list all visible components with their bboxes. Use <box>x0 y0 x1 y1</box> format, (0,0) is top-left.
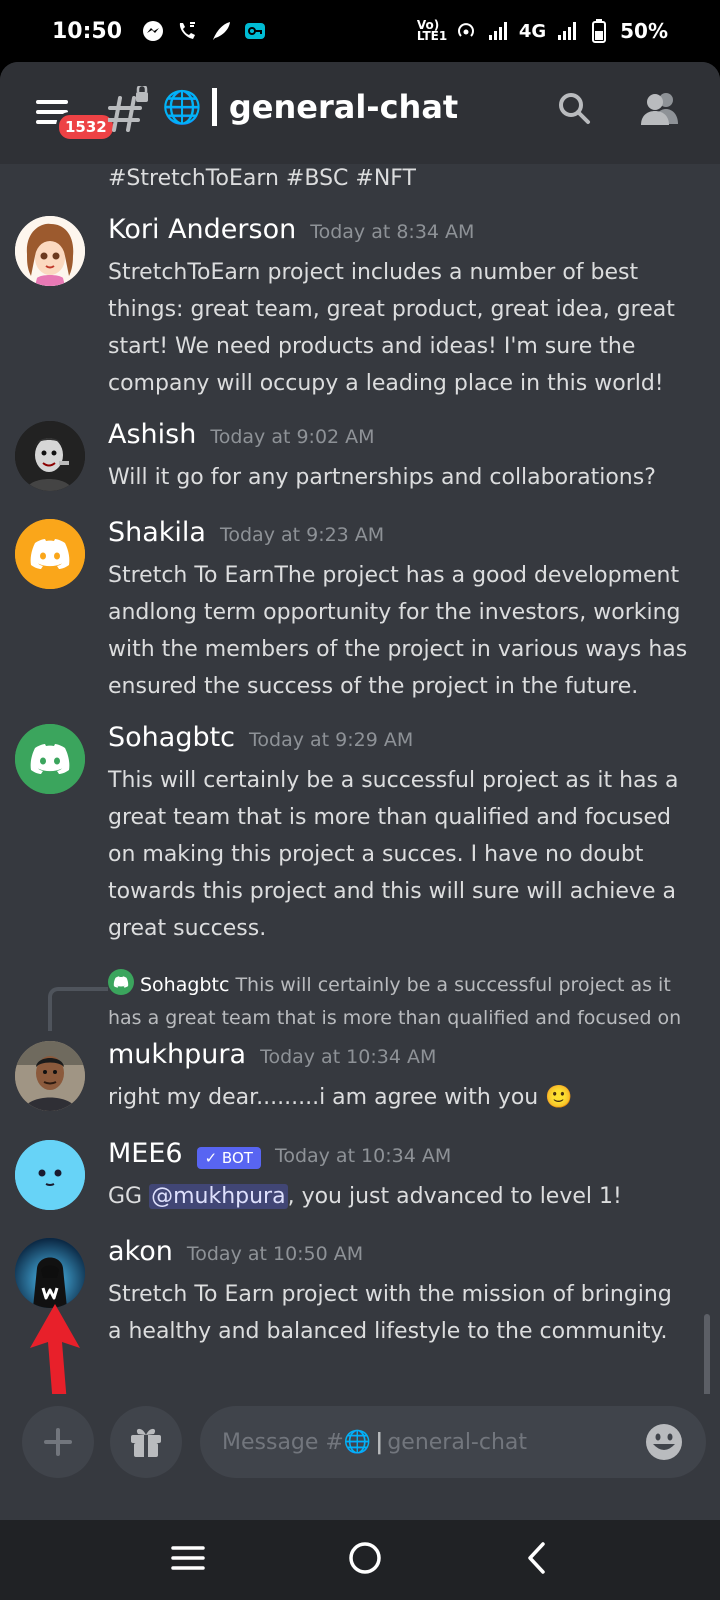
unread-badge: 1532 <box>56 112 116 142</box>
globe-icon: 🌐 <box>162 88 202 126</box>
timestamp: Today at 9:29 AM <box>249 729 414 751</box>
message-text: right my dear.........i am agree with yo… <box>108 1079 690 1116</box>
placeholder-prefix: Message # <box>222 1429 344 1455</box>
header-actions <box>556 90 680 130</box>
discord-app: 1532 🌐 general-chat #StretchToEarn #BSC … <box>0 62 720 1520</box>
message-list[interactable]: #StretchToEarn #BSC #NFT Kori Anderson To… <box>0 164 720 1394</box>
message-text: This will certainly be a successful proj… <box>108 768 679 941</box>
author-name[interactable]: MEE6 <box>108 1138 183 1169</box>
timestamp: Today at 10:50 AM <box>186 1243 364 1265</box>
status-time: 10:50 <box>52 18 123 44</box>
avatar[interactable] <box>15 519 85 589</box>
reply-preview[interactable]: Sohagbtc This will certainly be a succes… <box>108 969 690 1033</box>
timestamp: Today at 10:34 AM <box>274 1145 452 1167</box>
message-composer: Message #🌐 | general-chat <box>0 1394 720 1520</box>
message-text: Will it go for any partnerships and coll… <box>108 465 656 490</box>
avatar[interactable] <box>15 724 85 794</box>
messenger-icon <box>142 20 164 42</box>
placeholder-bar: | <box>375 1429 384 1455</box>
author-name[interactable]: Sohagbtc <box>108 722 235 753</box>
emoji-picker-icon[interactable] <box>644 1422 684 1462</box>
feather-icon <box>210 20 232 42</box>
hamburger-icon <box>36 100 68 104</box>
author-name[interactable]: Shakila <box>108 517 206 548</box>
scrollbar[interactable] <box>704 1314 710 1394</box>
placeholder-globe: 🌐 <box>343 1429 372 1455</box>
wifi-calling-icon <box>176 20 198 42</box>
reply-author: Sohagbtc <box>140 974 230 996</box>
slightly-smiling-emoji: 🙂 <box>545 1085 573 1110</box>
status-bar: 10:50 Vo) LTE1 4G 50% <box>0 0 720 62</box>
add-attachment-button[interactable] <box>22 1406 94 1478</box>
gift-button[interactable] <box>110 1406 182 1478</box>
hotspot-icon <box>455 20 477 42</box>
avatar[interactable] <box>15 216 85 286</box>
battery-percent: 50% <box>620 19 668 43</box>
vpn-key-icon <box>244 20 266 42</box>
message-text-after: , you just advanced to level 1! <box>287 1184 622 1209</box>
search-icon[interactable] <box>556 90 592 130</box>
recent-apps-icon[interactable] <box>171 1544 206 1576</box>
avatar[interactable] <box>15 1041 85 1111</box>
plus-icon <box>43 1418 73 1467</box>
timestamp: Today at 9:23 AM <box>219 524 385 546</box>
message-input[interactable]: Message #🌐 | general-chat <box>200 1406 706 1478</box>
author-name[interactable]: mukhpura <box>108 1039 246 1070</box>
placeholder-channel: general-chat <box>387 1429 528 1455</box>
reply-connector <box>48 987 108 1031</box>
channel-name: general-chat <box>228 88 459 126</box>
members-icon[interactable] <box>640 90 680 130</box>
message-text: Stretch To Earn project with the mission… <box>108 1282 672 1344</box>
hamburger-line <box>36 120 58 124</box>
timestamp: Today at 9:02 AM <box>210 426 375 448</box>
timestamp: Today at 10:34 AM <box>260 1046 437 1068</box>
system-nav-bar <box>0 1520 720 1600</box>
timestamp: Today at 8:34 AM <box>310 221 475 243</box>
previous-message-tail: #StretchToEarn #BSC #NFT <box>108 166 416 191</box>
notification-icons <box>142 20 266 42</box>
back-icon[interactable] <box>525 1541 549 1579</box>
message-input-placeholder: Message #🌐 | general-chat <box>222 1430 527 1455</box>
battery-icon <box>588 19 610 43</box>
status-right: Vo) LTE1 4G 50% <box>417 19 668 43</box>
channel-header: 1532 🌐 general-chat <box>0 62 720 164</box>
avatar[interactable] <box>15 1140 85 1210</box>
discord-logo-icon <box>15 519 85 589</box>
reply-discord-icon <box>108 969 134 1004</box>
message-text-before: GG <box>108 1184 150 1209</box>
author-name[interactable]: akon <box>108 1236 173 1267</box>
locked-channel-icon <box>106 83 152 134</box>
author-name[interactable]: Kori Anderson <box>108 214 296 245</box>
bot-badge: ✓ BOT <box>196 1147 261 1169</box>
author-name[interactable]: Ashish <box>108 419 196 450</box>
discord-logo-icon <box>15 724 85 794</box>
home-icon[interactable] <box>348 1541 382 1579</box>
mee6-face-icon <box>15 1140 85 1210</box>
message-text: StretchToEarn project includes a number … <box>108 260 675 396</box>
title-separator <box>211 88 217 126</box>
message-text-content: right my dear.........i am agree with yo… <box>108 1085 539 1110</box>
volte-indicator: Vo) LTE1 <box>416 18 448 43</box>
message-text: GG @mukhpura, you just advanced to level… <box>108 1178 690 1215</box>
message-text: Stretch To EarnThe project has a good de… <box>108 563 688 699</box>
network-type: 4G <box>518 20 547 42</box>
menu-button[interactable]: 1532 <box>34 92 116 142</box>
gift-icon <box>126 1420 166 1464</box>
channel-title[interactable]: 🌐 general-chat <box>162 88 458 126</box>
avatar[interactable] <box>15 1238 85 1308</box>
signal-icon-2 <box>556 20 578 42</box>
signal-icon <box>487 20 509 42</box>
user-mention[interactable]: @mukhpura <box>149 1184 288 1209</box>
avatar[interactable] <box>15 421 85 491</box>
